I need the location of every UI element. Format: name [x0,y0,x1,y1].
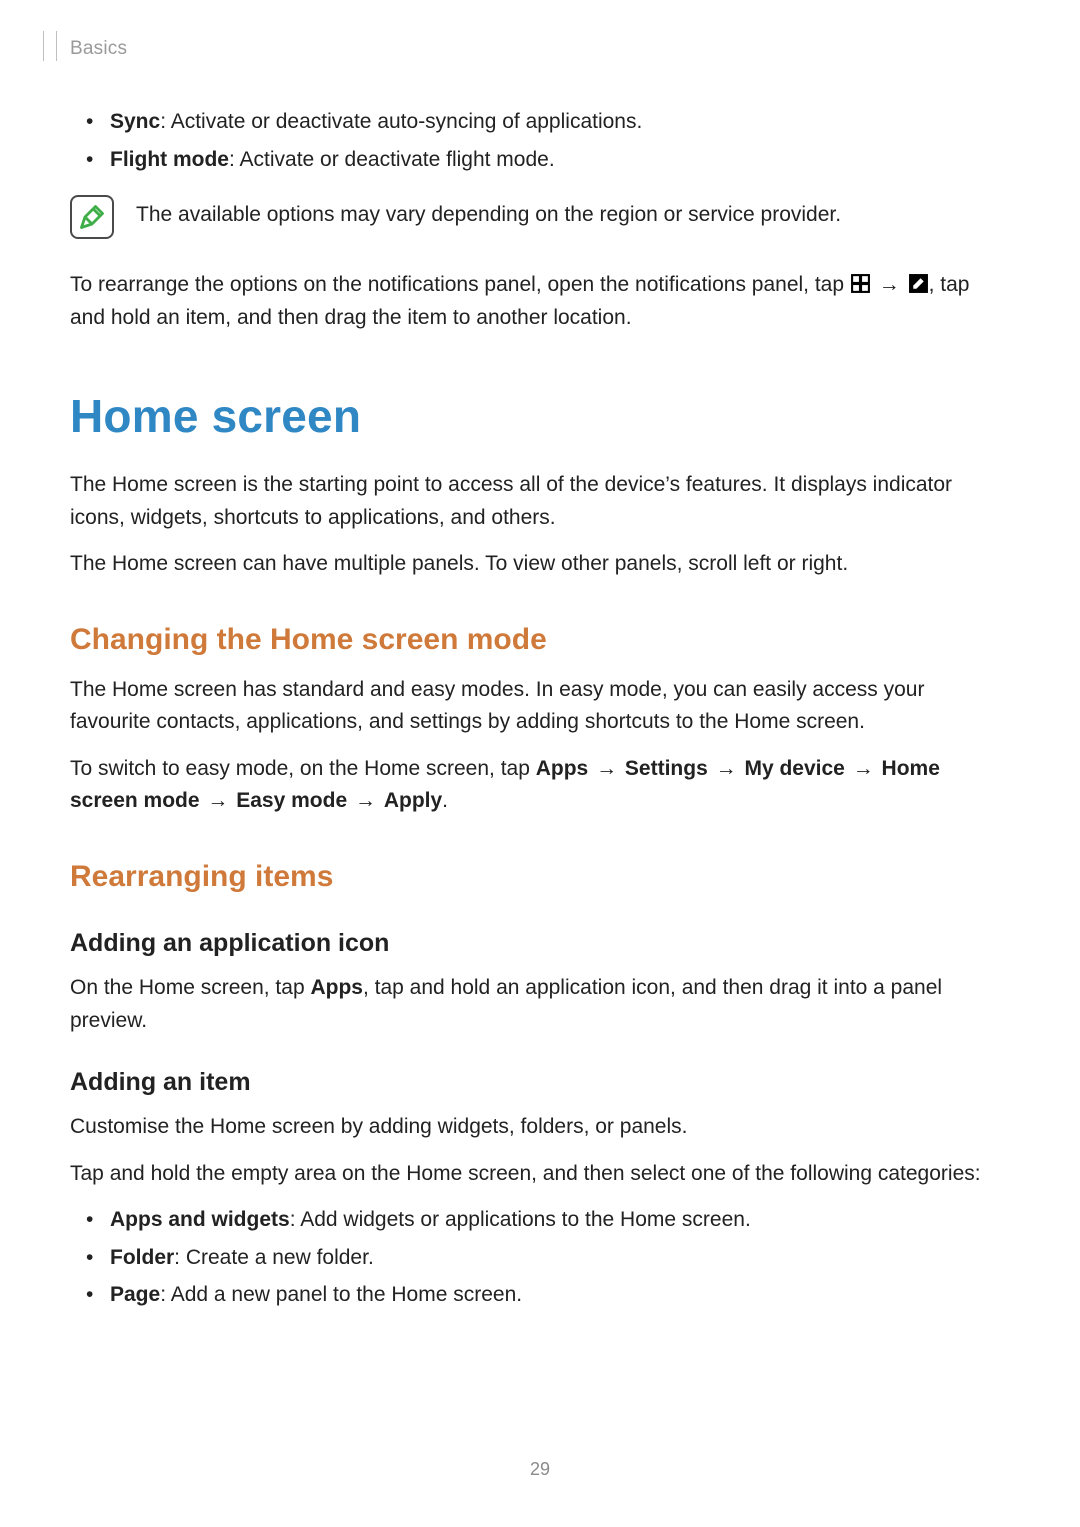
bullet-label: Sync [110,110,160,133]
adding-item-bullet-list: Apps and widgets: Add widgets or applica… [70,1204,1010,1311]
breadcrumb: Basics [70,35,127,64]
bullet-label: Page [110,1283,160,1306]
page: Basics Sync: Activate or deactivate auto… [0,0,1080,1527]
edit-icon [908,272,929,293]
arrow-glyph: → [355,785,376,818]
bullet-label: Flight mode [110,148,229,171]
page-number: 29 [0,1456,1080,1483]
bullet-desc: : Activate or deactivate flight mode. [229,148,555,171]
text-fragment: To switch to easy mode, on the Home scre… [70,757,536,780]
body-text: The Home screen is the starting point to… [70,469,1010,534]
arrow-glyph: → [853,753,874,786]
path-step: Apps [536,757,589,780]
arrow-glyph: → [879,269,900,302]
path-step: Easy mode [236,789,347,812]
page-title: Home screen [70,382,1010,451]
path-step: My device [744,757,844,780]
arrow-glyph: → [207,785,228,818]
path-step: Apply [384,789,442,812]
note-pencil-icon [70,195,114,239]
top-bullet-list: Sync: Activate or deactivate auto-syncin… [70,106,1010,175]
path-step: Settings [625,757,708,780]
sub-heading: Adding an application icon [70,925,1010,963]
arrow-glyph: → [596,753,617,786]
body-text: The Home screen has standard and easy mo… [70,674,1010,739]
rearrange-paragraph: To rearrange the options on the notifica… [70,269,1010,334]
text-fragment: . [442,789,448,812]
bullet-desc: : Create a new folder. [174,1246,374,1269]
bullet-desc: : Activate or deactivate auto-syncing of… [160,110,642,133]
bullet-desc: : Add a new panel to the Home screen. [160,1283,522,1306]
list-item: Flight mode: Activate or deactivate flig… [70,144,1010,176]
body-text: Customise the Home screen by adding widg… [70,1111,1010,1144]
bullet-desc: : Add widgets or applications to the Hom… [290,1208,751,1231]
sub-heading: Adding an item [70,1064,1010,1102]
inline-bold: Apps [310,976,363,999]
note-callout: The available options may vary depending… [70,193,1010,239]
list-item: Page: Add a new panel to the Home screen… [70,1279,1010,1311]
note-text: The available options may vary depending… [136,193,841,231]
arrow-glyph: → [716,753,737,786]
bullet-label: Apps and widgets [110,1208,290,1231]
section-heading: Changing the Home screen mode [70,617,1010,662]
content-area: Sync: Activate or deactivate auto-syncin… [70,100,1010,1323]
section-heading: Rearranging items [70,854,1010,899]
body-text: The Home screen can have multiple panels… [70,548,1010,581]
bullet-label: Folder [110,1246,174,1269]
text-fragment: To rearrange the options on the notifica… [70,273,850,296]
body-text-path: To switch to easy mode, on the Home scre… [70,753,1010,818]
header-rule [43,31,57,61]
grid-icon [850,272,871,293]
list-item: Folder: Create a new folder. [70,1242,1010,1274]
list-item: Sync: Activate or deactivate auto-syncin… [70,106,1010,138]
body-text: Tap and hold the empty area on the Home … [70,1158,1010,1191]
body-text: On the Home screen, tap Apps, tap and ho… [70,972,1010,1037]
text-fragment: On the Home screen, tap [70,976,310,999]
list-item: Apps and widgets: Add widgets or applica… [70,1204,1010,1236]
